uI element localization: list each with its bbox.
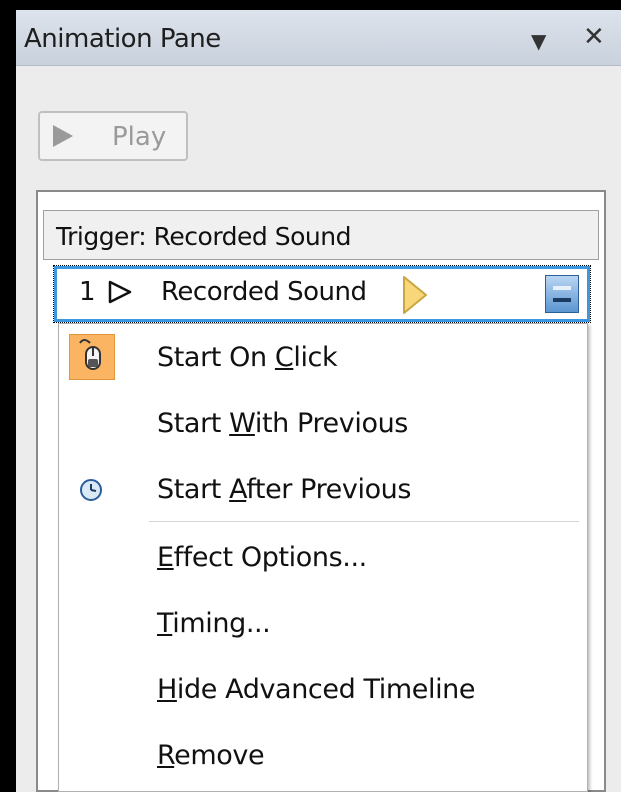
clock-icon xyxy=(79,478,103,506)
close-icon[interactable]: ✕ xyxy=(583,22,605,52)
animation-pane: Animation Pane ▼ ✕ Play Trigger: Recorde… xyxy=(0,0,621,792)
menu-item-label: Start With Previous xyxy=(157,408,408,439)
play-icon xyxy=(53,125,73,147)
menu-item-timing[interactable]: Timing... xyxy=(59,592,587,656)
menu-item-start-after-previous[interactable]: Start After Previous xyxy=(59,458,587,522)
menu-item-remove[interactable]: Remove xyxy=(59,724,587,788)
menu-item-label: Timing... xyxy=(157,608,271,639)
effect-number: 1 xyxy=(79,277,96,307)
pane-header: Animation Pane ▼ ✕ xyxy=(16,10,621,66)
media-play-icon xyxy=(107,279,133,309)
play-button[interactable]: Play xyxy=(38,111,188,161)
menu-item-label: Effect Options... xyxy=(157,542,367,573)
menu-item-effect-options[interactable]: Effect Options... xyxy=(59,526,587,590)
mouse-click-icon xyxy=(69,334,115,380)
menu-item-start-on-click[interactable]: Start On Click xyxy=(59,326,587,390)
play-button-label: Play xyxy=(112,122,167,152)
menu-item-label: Hide Advanced Timeline xyxy=(157,674,476,705)
timing-bar-icon[interactable] xyxy=(400,275,430,319)
pane-title: Animation Pane xyxy=(24,24,221,54)
menu-separator xyxy=(149,521,579,522)
trigger-label: Trigger: Recorded Sound xyxy=(56,222,351,251)
menu-item-label: Remove xyxy=(157,740,265,771)
menu-item-label: Start After Previous xyxy=(157,474,412,505)
animation-effect-row[interactable]: 1 Recorded Sound xyxy=(53,265,591,323)
trigger-header[interactable]: Trigger: Recorded Sound xyxy=(43,210,599,260)
effect-dropdown-button[interactable] xyxy=(545,275,579,313)
effect-name: Recorded Sound xyxy=(161,277,367,307)
menu-item-start-with-previous[interactable]: Start With Previous xyxy=(59,392,587,456)
pane-options-chevron-down-icon[interactable]: ▼ xyxy=(531,26,546,56)
menu-item-hide-advanced-timeline[interactable]: Hide Advanced Timeline xyxy=(59,658,587,722)
menu-item-label: Start On Click xyxy=(157,342,338,373)
context-menu: Start On Click Start With Previous Start… xyxy=(58,323,588,792)
